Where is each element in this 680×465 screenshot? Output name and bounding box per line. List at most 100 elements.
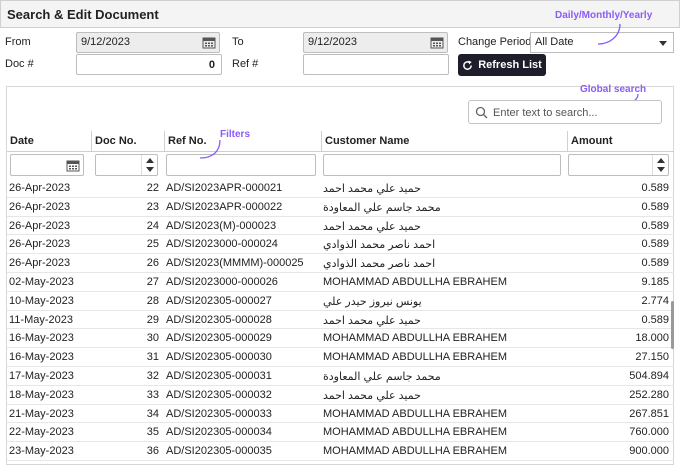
cell-ref-no: AD/SI2023000-000026 bbox=[166, 275, 278, 288]
cell-customer: حميد علي محمد احمد bbox=[323, 314, 421, 327]
search-placeholder: Enter text to search... bbox=[493, 107, 598, 119]
cell-doc-no: 29 bbox=[146, 313, 159, 326]
cell-doc-no: 26 bbox=[146, 257, 159, 270]
cell-doc-no: 28 bbox=[146, 294, 159, 307]
to-label: To bbox=[232, 36, 244, 48]
table-row[interactable]: 23-May-2023 36 AD/SI202305-000035 MOHAMMAD … bbox=[7, 442, 674, 461]
cell-customer: MOHAMMAD ABDULLHA EBRAHEM bbox=[323, 351, 507, 364]
cell-ref-no: AD/SI202305-000028 bbox=[166, 313, 272, 326]
cell-ref-no: AD/SI202305-000029 bbox=[166, 332, 272, 345]
cell-doc-no: 36 bbox=[146, 445, 159, 458]
table-row[interactable]: 22-May-2023 35 AD/SI202305-000034 MOHAMMAD … bbox=[7, 423, 674, 443]
period-annotation-arrow bbox=[597, 23, 621, 45]
chevron-up-icon[interactable] bbox=[146, 158, 154, 163]
chevron-down-icon bbox=[659, 41, 667, 46]
column-header-amount[interactable]: Amount bbox=[567, 131, 674, 151]
to-date-value: 9/12/2023 bbox=[308, 36, 357, 48]
filter-customer[interactable] bbox=[323, 154, 561, 176]
to-date-field[interactable]: 9/12/2023 bbox=[303, 32, 448, 53]
column-header-date[interactable]: Date bbox=[7, 131, 91, 151]
cell-ref-no: AD/SI2023APR-000021 bbox=[166, 182, 283, 194]
filter-date[interactable] bbox=[10, 154, 84, 176]
cell-date: 16-May-2023 bbox=[9, 332, 74, 345]
table-row[interactable]: 26-Apr-2023 24 AD/SI2023(M)-000023 حميد علي… bbox=[7, 217, 674, 236]
cell-customer: MOHAMMAD ABDULLHA EBRAHEM bbox=[323, 332, 507, 345]
calendar-icon[interactable] bbox=[430, 36, 444, 49]
doc-no-stepper[interactable] bbox=[141, 155, 157, 175]
filter-doc-no[interactable] bbox=[95, 154, 158, 176]
cell-amount: 0.589 bbox=[641, 200, 669, 213]
chevron-down-icon[interactable] bbox=[146, 167, 154, 172]
amount-stepper[interactable] bbox=[652, 155, 668, 175]
cell-ref-no: AD/SI202305-000033 bbox=[166, 407, 272, 420]
cell-date: 10-May-2023 bbox=[9, 294, 74, 307]
cell-ref-no: AD/SI202305-000035 bbox=[166, 445, 272, 458]
cell-amount: 2.774 bbox=[641, 294, 669, 307]
filter-form: From 9/12/2023 To 9/12/2023 Change Perio… bbox=[0, 28, 680, 80]
cell-doc-no: 25 bbox=[146, 238, 159, 251]
cell-doc-no: 33 bbox=[146, 388, 159, 401]
chevron-down-icon[interactable] bbox=[657, 167, 665, 172]
cell-doc-no: 32 bbox=[146, 369, 159, 382]
page-title: Search & Edit Document bbox=[7, 7, 159, 22]
cell-ref-no: AD/SI202305-000034 bbox=[166, 426, 272, 439]
table-row[interactable]: 17-May-2023 32 AD/SI202305-000031 محمد جاسم… bbox=[7, 367, 674, 386]
calendar-icon[interactable] bbox=[66, 159, 80, 172]
from-date-field[interactable]: 9/12/2023 bbox=[76, 32, 220, 53]
cell-customer: محمد جاسم علي المعاودة bbox=[323, 201, 441, 214]
table-row[interactable]: 18-May-2023 33 AD/SI202305-000032 حميد علي … bbox=[7, 386, 674, 405]
table-row[interactable]: 26-Apr-2023 26 AD/SI2023(MMMM)-000025 احمد … bbox=[7, 254, 674, 273]
cell-doc-no: 24 bbox=[146, 219, 159, 232]
cell-ref-no: AD/SI202305-000032 bbox=[166, 388, 272, 401]
cell-date: 26-Apr-2023 bbox=[9, 219, 71, 232]
global-search-input[interactable]: Enter text to search... bbox=[468, 100, 662, 124]
table-row[interactable]: 26-Apr-2023 23 AD/SI2023APR-000022 محمد جاس… bbox=[7, 198, 674, 217]
cell-date: 26-Apr-2023 bbox=[9, 238, 71, 251]
cell-amount: 18.000 bbox=[635, 332, 669, 345]
cell-ref-no: AD/SI2023(M)-000023 bbox=[166, 219, 277, 232]
cell-doc-no: 22 bbox=[146, 182, 159, 194]
column-header-customer[interactable]: Customer Name bbox=[321, 131, 567, 151]
cell-amount: 0.589 bbox=[641, 313, 669, 326]
cell-doc-no: 31 bbox=[146, 351, 159, 364]
cell-date: 16-May-2023 bbox=[9, 351, 74, 364]
column-header-doc-no[interactable]: Doc No. bbox=[91, 131, 164, 151]
cell-amount: 760.000 bbox=[629, 426, 669, 439]
cell-doc-no: 35 bbox=[146, 426, 159, 439]
cell-date: 26-Apr-2023 bbox=[9, 200, 71, 213]
cell-customer: حميد علي محمد احمد bbox=[323, 220, 421, 233]
ref-number-field[interactable] bbox=[303, 54, 449, 75]
table-row[interactable]: 16-May-2023 31 AD/SI202305-000030 MOHAMMAD … bbox=[7, 348, 674, 367]
table-row[interactable]: 26-Apr-2023 22 AD/SI2023APR-000021 حميد علي… bbox=[7, 179, 674, 198]
cell-doc-no: 23 bbox=[146, 200, 159, 213]
cell-date: 18-May-2023 bbox=[9, 388, 74, 401]
cell-date: 11-May-2023 bbox=[9, 313, 73, 326]
table-row[interactable]: 10-May-2023 28 AD/SI202305-000027 يونس نيرو… bbox=[7, 292, 674, 311]
table-row[interactable]: 26-Apr-2023 25 AD/SI2023000-000024 احمد ناص… bbox=[7, 235, 674, 255]
cell-doc-no: 27 bbox=[146, 275, 159, 288]
cell-doc-no: 34 bbox=[146, 407, 159, 420]
cell-customer: MOHAMMAD ABDULLHA EBRAHEM bbox=[323, 275, 507, 288]
chevron-up-icon[interactable] bbox=[657, 158, 665, 163]
filter-amount[interactable] bbox=[568, 154, 669, 176]
period-annotation: Daily/Monthly/Yearly bbox=[555, 10, 653, 21]
table-row[interactable]: 02-May-2023 27 AD/SI2023000-000026 MOHAMMAD… bbox=[7, 273, 674, 292]
cell-date: 02-May-2023 bbox=[9, 275, 74, 288]
cell-amount: 27.150 bbox=[635, 351, 669, 364]
scrollbar-thumb[interactable] bbox=[671, 301, 674, 349]
cell-amount: 0.589 bbox=[641, 238, 669, 251]
cell-date: 22-May-2023 bbox=[9, 426, 74, 439]
search-icon bbox=[475, 106, 488, 119]
table-row[interactable]: 16-May-2023 30 AD/SI202305-000029 MOHAMMAD … bbox=[7, 329, 674, 349]
cell-ref-no: AD/SI2023APR-000022 bbox=[166, 200, 283, 213]
cell-amount: 900.000 bbox=[629, 445, 669, 458]
refresh-list-button[interactable]: Refresh List bbox=[458, 54, 546, 76]
table-row[interactable]: 11-May-2023 29 AD/SI202305-000028 حميد علي … bbox=[7, 311, 674, 330]
calendar-icon[interactable] bbox=[202, 36, 216, 49]
cell-customer: احمد ناصر محمد الذوادي bbox=[323, 239, 436, 252]
cell-amount: 0.589 bbox=[641, 219, 669, 232]
table-row[interactable]: 21-May-2023 34 AD/SI202305-000033 MOHAMMAD … bbox=[7, 405, 674, 424]
doc-number-field[interactable]: 0 bbox=[76, 54, 222, 75]
ref-label: Ref # bbox=[232, 58, 259, 70]
filter-ref-no[interactable] bbox=[166, 154, 316, 176]
